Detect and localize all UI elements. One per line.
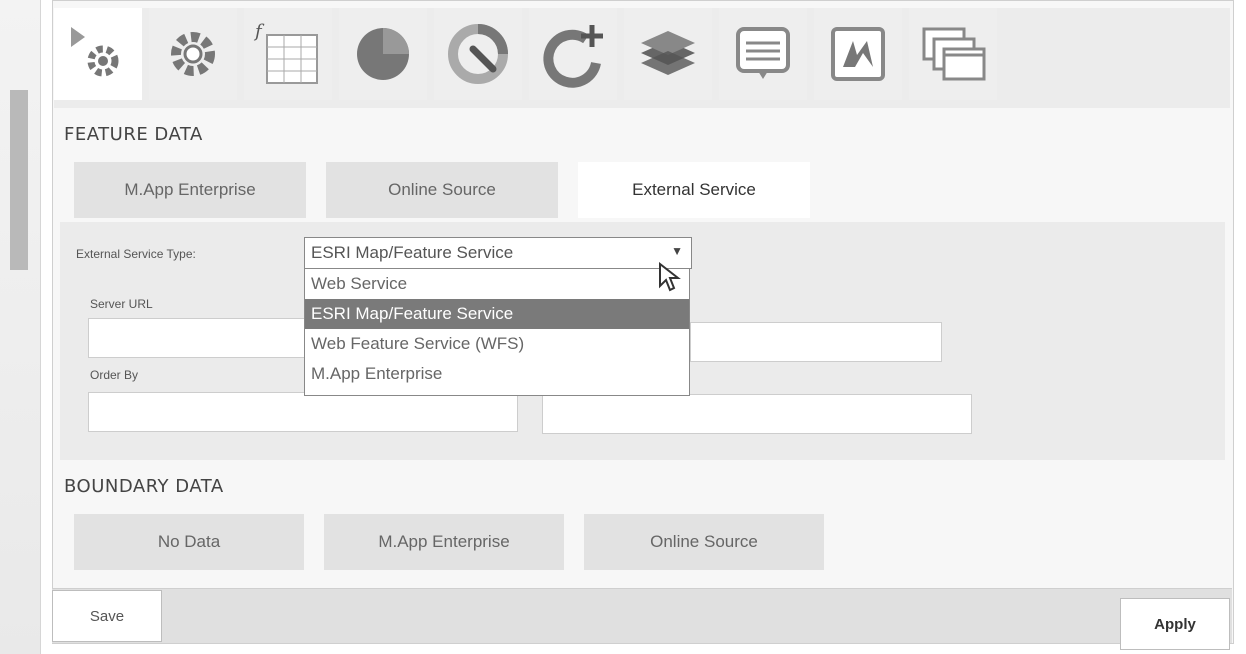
boundary-data-tabs: No Data M.App Enterprise Online Source: [74, 514, 824, 570]
settings-tool[interactable]: [149, 8, 237, 100]
side-bar-segment: [10, 90, 28, 270]
svg-text:f: f: [253, 21, 265, 42]
boundary-data-title: BOUNDARY DATA: [64, 476, 224, 497]
service-type-dropdown: Web Service ESRI Map/Feature Service Web…: [304, 268, 690, 396]
feature-data-title: FEATURE DATA: [64, 124, 203, 145]
tab-mapp-enterprise[interactable]: M.App Enterprise: [74, 162, 306, 218]
wrench-chart-tool[interactable]: [434, 8, 522, 100]
tab-boundary-online-source[interactable]: Online Source: [584, 514, 824, 570]
layers-icon: [641, 31, 695, 75]
option-esri-service[interactable]: ESRI Map/Feature Service: [305, 299, 689, 329]
pie-chart-icon: [357, 28, 409, 80]
play-settings-icon: [71, 27, 119, 77]
external-service-type-label: External Service Type:: [76, 247, 196, 261]
save-button[interactable]: Save: [52, 590, 162, 642]
play-settings-tool[interactable]: [54, 8, 142, 100]
feature-data-tabs: M.App Enterprise Online Source External …: [74, 162, 810, 218]
option-wfs[interactable]: Web Feature Service (WFS): [305, 329, 689, 359]
tab-no-data[interactable]: No Data: [74, 514, 304, 570]
wrench-chart-icon: [448, 24, 508, 84]
windows-icon: [922, 27, 986, 81]
external-service-type-select[interactable]: ESRI Map/Feature Service ▼: [304, 237, 692, 269]
formula-table-tool[interactable]: f: [244, 8, 332, 100]
toolbar: f: [54, 8, 1230, 108]
pie-chart-tool[interactable]: [339, 8, 427, 100]
windows-tool[interactable]: [909, 8, 997, 100]
order-by-input[interactable]: [88, 392, 518, 432]
layers-tool[interactable]: [624, 8, 712, 100]
footer-bar: [52, 588, 1232, 643]
formula-table-icon: f: [253, 21, 318, 84]
selected-type-value: ESRI Map/Feature Service: [311, 243, 514, 262]
chevron-down-icon: ▼: [671, 244, 683, 258]
logo-icon: [831, 27, 885, 81]
add-chart-tool[interactable]: [529, 8, 617, 100]
left-side-strip: [0, 0, 41, 654]
mouse-pointer-icon: [659, 262, 681, 292]
secondary-input-top[interactable]: [690, 322, 942, 362]
option-mapp-enterprise[interactable]: M.App Enterprise: [305, 359, 689, 389]
gear-icon: [171, 32, 215, 76]
option-web-service[interactable]: Web Service: [305, 269, 689, 299]
add-chart-icon: [543, 25, 603, 88]
apply-button[interactable]: Apply: [1120, 598, 1230, 650]
logo-tool[interactable]: [814, 8, 902, 100]
comment-icon: [736, 27, 790, 79]
server-url-label: Server URL: [90, 297, 153, 311]
comment-tool[interactable]: [719, 8, 807, 100]
tab-external-service[interactable]: External Service: [578, 162, 810, 218]
secondary-input-bottom[interactable]: [542, 394, 972, 434]
tab-online-source[interactable]: Online Source: [326, 162, 558, 218]
order-by-label: Order By: [90, 368, 139, 382]
tab-boundary-mapp-enterprise[interactable]: M.App Enterprise: [324, 514, 564, 570]
